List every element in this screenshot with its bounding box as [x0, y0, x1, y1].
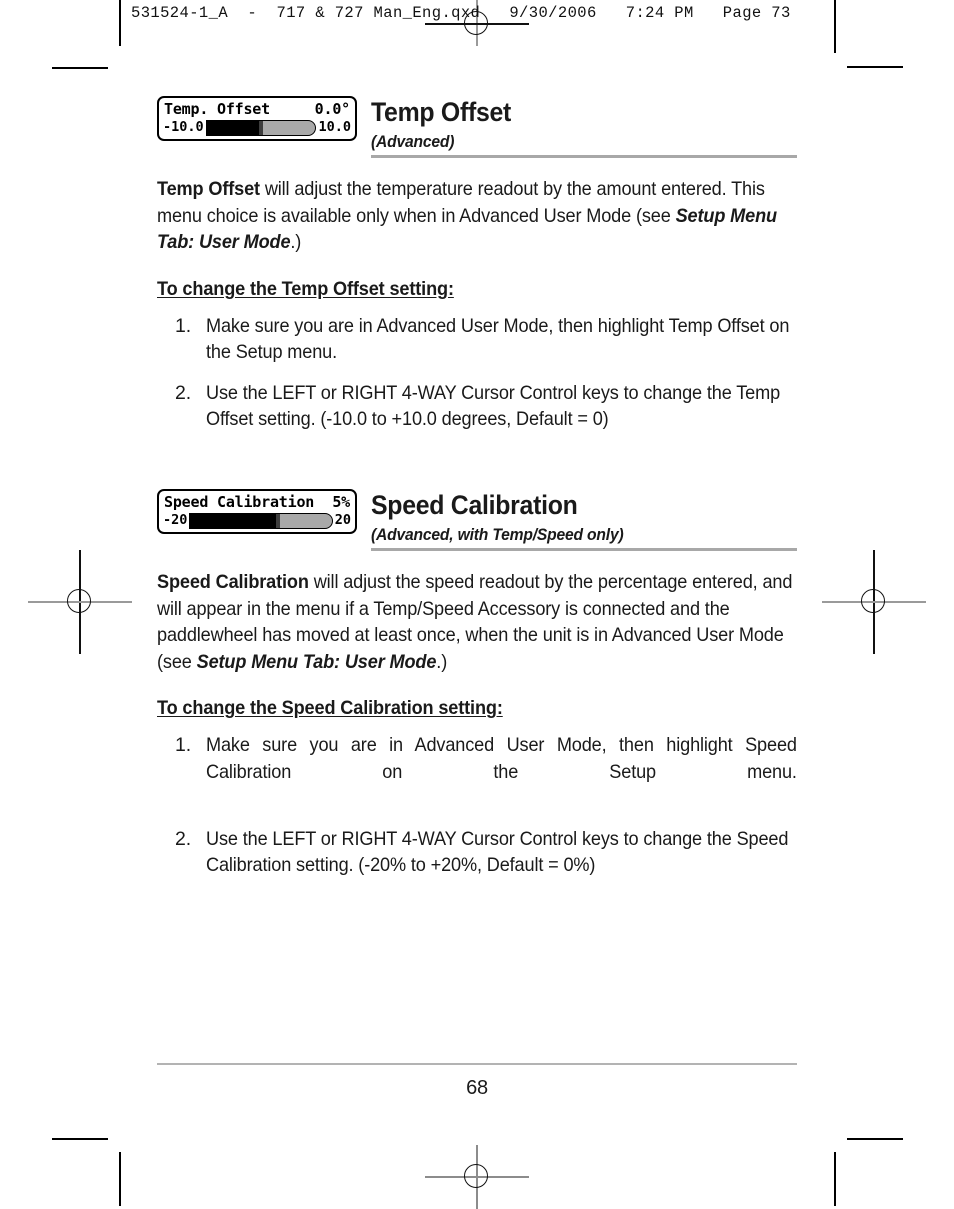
step-item: 1. Make sure you are in Advanced User Mo… — [157, 732, 797, 812]
section-divider-rule — [371, 155, 797, 159]
lcd-slider-track — [205, 119, 317, 136]
lcd-menu-value: 5% — [332, 492, 350, 511]
page-content: Temp. Offset 0.0° -10.0 10.0 Temp Offset… — [157, 96, 797, 879]
lcd-slider-max-label: 20 — [334, 511, 351, 528]
registration-mark-right — [822, 550, 926, 654]
section-header-row: Temp. Offset 0.0° -10.0 10.0 Temp Offset… — [157, 96, 797, 159]
step-item: 1. Make sure you are in Advanced User Mo… — [157, 313, 797, 366]
registration-mark-left — [28, 550, 132, 654]
section-speed-calibration: Speed Calibration 5% -20 20 Speed Calibr… — [157, 488, 797, 879]
howto-heading: To change the Temp Offset setting: — [157, 277, 454, 300]
section-title: Speed Calibration — [371, 489, 578, 520]
section-heading-block: Temp Offset (Advanced) — [371, 96, 797, 159]
bottom-right-crop-mark-horizontal — [847, 1138, 903, 1140]
step-text: Use the LEFT or RIGHT 4-WAY Cursor Contr… — [206, 381, 781, 431]
bottom-left-crop-mark-horizontal — [52, 1138, 108, 1140]
lcd-slider-row: -20 20 — [162, 512, 352, 529]
lcd-slider-thumb — [259, 120, 264, 135]
section-subtitle: (Advanced, with Temp/Speed only) — [371, 525, 624, 545]
top-left-crop-mark-horizontal — [52, 67, 108, 69]
registration-mark-bottom — [425, 1145, 529, 1209]
lcd-slider-row: -10.0 10.0 — [162, 119, 352, 136]
step-item: 2. Use the LEFT or RIGHT 4-WAY Cursor Co… — [157, 826, 797, 879]
bottom-right-crop-mark-vertical — [834, 1152, 836, 1206]
paragraph-text-part-2: .) — [436, 650, 448, 673]
lcd-readout-row: Speed Calibration 5% — [162, 493, 352, 512]
paragraph-lead-term: Speed Calibration — [157, 571, 309, 594]
page-number: 68 — [466, 1077, 488, 1099]
lcd-screenshot-temp-offset: Temp. Offset 0.0° -10.0 10.0 — [157, 96, 357, 141]
section-paragraph: Speed Calibration will adjust the speed … — [157, 569, 797, 675]
lcd-menu-label: Speed Calibration — [164, 492, 315, 511]
step-number: 1. — [175, 314, 191, 337]
lcd-slider-min-label: -10.0 — [163, 119, 204, 135]
section-subtitle: (Advanced) — [371, 132, 455, 152]
step-number: 2. — [175, 381, 191, 404]
section-divider-rule — [371, 548, 797, 552]
job-slug-header: 531524-1_A - 717 & 727 Man_Eng.qxd 9/30/… — [131, 4, 791, 22]
step-text: Make sure you are in Advanced User Mode,… — [206, 314, 790, 364]
top-left-crop-mark-vertical — [119, 0, 121, 46]
step-text: Make sure you are in Advanced User Mode,… — [206, 734, 797, 783]
steps-list: 1. Make sure you are in Advanced User Mo… — [157, 313, 797, 433]
step-text: Use the LEFT or RIGHT 4-WAY Cursor Contr… — [206, 827, 789, 877]
step-number: 1. — [175, 734, 191, 757]
top-right-crop-mark-vertical — [834, 0, 836, 53]
registration-mark-circle — [861, 589, 885, 613]
section-title: Temp Offset — [371, 97, 512, 127]
step-number: 2. — [175, 827, 191, 850]
footer-divider-rule — [157, 1063, 797, 1065]
lcd-screenshot-speed-calibration: Speed Calibration 5% -20 20 — [157, 488, 357, 534]
paragraph-cross-reference: Setup Menu Tab: User Mode — [196, 650, 437, 673]
registration-mark-circle — [464, 1164, 488, 1188]
lcd-slider-thumb — [276, 513, 281, 528]
registration-mark-circle — [67, 589, 91, 613]
paragraph-lead-term: Temp Offset — [157, 178, 260, 201]
howto-heading: To change the Speed Calibration setting: — [157, 697, 503, 720]
section-paragraph: Temp Offset will adjust the temperature … — [157, 176, 797, 256]
lcd-slider-fill — [190, 513, 279, 528]
lcd-slider-min-label: -20 — [163, 511, 188, 528]
lcd-menu-label: Temp. Offset — [164, 100, 270, 118]
section-heading-block: Speed Calibration (Advanced, with Temp/S… — [371, 489, 797, 552]
page-footer: 68 — [157, 1063, 797, 1100]
lcd-slider-fill — [206, 120, 262, 135]
paragraph-text-part-2: .) — [290, 231, 302, 254]
lcd-slider-track — [189, 512, 333, 529]
top-right-crop-mark-horizontal — [847, 66, 903, 68]
section-temp-offset: Temp. Offset 0.0° -10.0 10.0 Temp Offset… — [157, 96, 797, 433]
lcd-menu-value: 0.0° — [314, 100, 351, 118]
lcd-slider-max-label: 10.0 — [318, 119, 351, 135]
steps-list: 1. Make sure you are in Advanced User Mo… — [157, 732, 797, 879]
lcd-readout-row: Temp. Offset 0.0° — [162, 100, 352, 119]
section-header-row: Speed Calibration 5% -20 20 Speed Calibr… — [157, 488, 797, 552]
step-item: 2. Use the LEFT or RIGHT 4-WAY Cursor Co… — [157, 380, 797, 433]
bottom-left-crop-mark-vertical — [119, 1152, 121, 1206]
